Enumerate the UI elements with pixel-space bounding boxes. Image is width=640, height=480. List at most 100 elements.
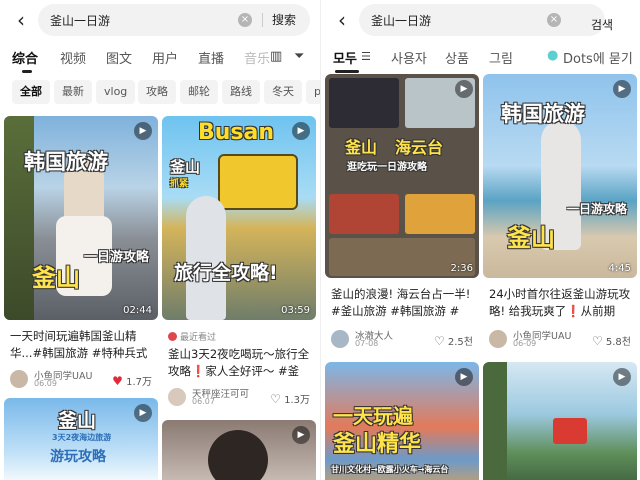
- overlay-subtitle: 游玩攻略: [50, 449, 106, 465]
- search-input[interactable]: 釜山一日游: [371, 12, 431, 29]
- overlay-subtitle: 一日游攻略: [84, 250, 150, 265]
- chip-all[interactable]: 全部: [12, 80, 50, 104]
- avatar[interactable]: [331, 330, 349, 348]
- card-meta: 小鱼同学UAU 06-09 ♡ 5.8천: [489, 328, 631, 352]
- note-card[interactable]: ▶: [483, 362, 637, 480]
- tab-bar: 综合 视频 图文 用户 直播 音乐 ▥ ⏷: [0, 44, 320, 73]
- cover-image[interactable]: 韩国旅游 一日游攻略 釜山 ▶ 4:45: [483, 74, 637, 278]
- video-duration: 2:36: [450, 263, 473, 274]
- back-icon[interactable]: ‹: [10, 8, 32, 32]
- overlay-title: 釜山: [58, 410, 97, 432]
- play-icon: ▶: [613, 368, 631, 386]
- card-title[interactable]: 釜山的浪漫! 海云台占一半! #釜山旅游 #韩国旅游 #韩...: [331, 286, 473, 320]
- divider: [262, 13, 263, 27]
- heart-icon[interactable]: ♥: [112, 374, 123, 388]
- chip-route[interactable]: 路线: [222, 80, 260, 104]
- heart-icon[interactable]: ♡: [592, 334, 603, 348]
- tab-products[interactable]: 상품: [445, 48, 469, 67]
- note-card[interactable]: ▶: [162, 420, 316, 480]
- dots-icon[interactable]: ●: [547, 48, 558, 63]
- overlay-subtitle: 逛吃玩一日游攻略: [347, 162, 427, 173]
- layout-icon[interactable]: ▥: [270, 49, 282, 64]
- tab-all[interactable]: 모두: [333, 48, 357, 67]
- chip-more[interactable]: p: [306, 80, 320, 104]
- chip-guide[interactable]: 攻略: [138, 80, 176, 104]
- overlay-subtitle: 一日游攻略: [567, 202, 628, 216]
- play-icon: ▶: [455, 368, 473, 386]
- filter-chips: 全部 最新 vlog 攻略 邮轮 路线 冬天 p: [0, 80, 320, 106]
- card-meta: 天秤座汪可可 06.07 ♡ 1.3万: [168, 386, 310, 410]
- play-icon: ▶: [134, 404, 152, 422]
- cover-image[interactable]: ▶: [162, 420, 316, 480]
- play-icon: ▶: [292, 122, 310, 140]
- search-button[interactable]: 검색: [591, 16, 613, 33]
- note-card[interactable]: 韩国旅游 一日游攻略 釜山 ▶ 4:45 24小时首尔往返釜山游玩攻略! 给我玩…: [483, 74, 637, 356]
- overlay-subtitle: 旅行全攻略!: [174, 262, 278, 284]
- search-box[interactable]: 釜山一日游 ×: [359, 4, 605, 36]
- overlay-title: Busan: [198, 120, 275, 145]
- tab-dots-ask[interactable]: Dots에 묻기: [563, 48, 633, 67]
- note-card[interactable]: 韩国旅游 釜山 一日游攻略 ▶ 02:44 一天时间玩遍韩国釜山精华...#韩国…: [4, 116, 158, 392]
- like-count[interactable]: ♡ 5.8천: [592, 333, 631, 348]
- overlay-title: 釜山: [345, 138, 378, 157]
- like-count[interactable]: ♥ 1.7万: [112, 373, 152, 388]
- active-tab-indicator: [335, 70, 359, 73]
- tab-image-text[interactable]: 图文: [106, 48, 132, 67]
- tab-live[interactable]: 直播: [198, 48, 224, 67]
- overlay-tag: 3天2夜海边旅游: [52, 433, 112, 442]
- tab-users[interactable]: 사용자: [391, 48, 427, 67]
- clear-icon[interactable]: ×: [547, 13, 561, 27]
- card-title[interactable]: 一天时间玩遍韩国釜山精华...#韩国旅游 #特种兵式旅游...: [10, 328, 152, 362]
- tab-music[interactable]: 音乐: [244, 48, 270, 67]
- note-card[interactable]: Busan 釜山 抓紧 旅行全攻略! ▶ 03:59 最近看过 釜山3天2夜吃喝…: [162, 116, 316, 412]
- search-input[interactable]: 釜山一日游: [50, 12, 110, 29]
- cover-image[interactable]: 釜山 海云台 逛吃玩一日游攻略 ▶ 2:36: [325, 74, 479, 278]
- tab-users[interactable]: 用户: [152, 48, 178, 67]
- chip-vlog[interactable]: vlog: [96, 80, 136, 104]
- heart-icon[interactable]: ♡: [270, 392, 281, 406]
- overlay-title: 釜山: [170, 158, 201, 176]
- like-count[interactable]: ♡ 1.3万: [270, 391, 310, 406]
- note-card[interactable]: 釜山 3天2夜海边旅游 游玩攻略 ▶: [4, 398, 158, 480]
- cover-image[interactable]: 釜山 3天2夜海边旅游 游玩攻略 ▶: [4, 398, 158, 480]
- tab-bar: 모두 ☰ 사용자 상품 그림 ● Dots에 묻기: [321, 44, 640, 73]
- filter-icon[interactable]: ⏷: [294, 49, 304, 64]
- card-meta: 小鱼同学UAU 06.09 ♥ 1.7万: [10, 368, 152, 392]
- overlay-subtitle: 甘川文化村→欧露小火车→海云台: [331, 465, 449, 474]
- chip-latest[interactable]: 最新: [54, 80, 92, 104]
- play-icon: ▶: [455, 80, 473, 98]
- card-title[interactable]: 釜山3天2夜吃喝玩～旅行全攻略❗家人全好评～ #釜山 #...: [168, 346, 310, 380]
- overlay-title: 釜山精华: [333, 432, 422, 457]
- tab-video[interactable]: 视频: [60, 48, 86, 67]
- avatar[interactable]: [489, 330, 507, 348]
- menu-icon[interactable]: ☰: [361, 50, 371, 63]
- clear-icon[interactable]: ×: [238, 13, 252, 27]
- cover-image[interactable]: ▶: [483, 362, 637, 480]
- tab-all[interactable]: 综合: [12, 48, 38, 67]
- heart-icon[interactable]: ♡: [434, 334, 445, 348]
- note-card[interactable]: 釜山 海云台 逛吃玩一日游攻略 ▶ 2:36 釜山的浪漫! 海云台占一半! #釜…: [325, 74, 479, 356]
- chip-winter[interactable]: 冬天: [264, 80, 302, 104]
- avatar[interactable]: [10, 370, 28, 388]
- search-button[interactable]: 搜索: [272, 11, 296, 28]
- cover-image[interactable]: 一天玩遍 釜山精华 甘川文化村→欧露小火车→海云台 ▶: [325, 362, 479, 480]
- note-card[interactable]: 一天玩遍 釜山精华 甘川文化村→欧露小火车→海云台 ▶: [325, 362, 479, 480]
- post-date: 06.07: [192, 397, 215, 406]
- play-icon: ▶: [292, 426, 310, 444]
- overlay-title: 釜山: [507, 224, 555, 252]
- left-screen: ‹ 釜山一日游 × 搜索 综合 视频 图文 用户 直播 音乐 ▥ ⏷ 全部 最新…: [0, 0, 320, 480]
- tab-images[interactable]: 그림: [489, 48, 513, 67]
- post-date: 07-08: [355, 339, 379, 348]
- back-icon[interactable]: ‹: [331, 8, 353, 32]
- chip-cruise[interactable]: 邮轮: [180, 80, 218, 104]
- like-count[interactable]: ♡ 2.5천: [434, 333, 473, 348]
- search-box[interactable]: 釜山一日游 × 搜索: [38, 4, 310, 36]
- cover-image[interactable]: 韩国旅游 釜山 一日游攻略 ▶ 02:44: [4, 116, 158, 320]
- video-duration: 4:45: [608, 263, 631, 274]
- card-title[interactable]: 24小时首尔往返釜山游玩攻略! 给我玩爽了❗从前期交...: [489, 286, 631, 320]
- overlay-title: 韩国旅游: [501, 102, 585, 126]
- cover-image[interactable]: Busan 釜山 抓紧 旅行全攻略! ▶ 03:59: [162, 116, 316, 320]
- play-icon: ▶: [613, 80, 631, 98]
- post-date: 06-09: [513, 339, 537, 348]
- avatar[interactable]: [168, 388, 186, 406]
